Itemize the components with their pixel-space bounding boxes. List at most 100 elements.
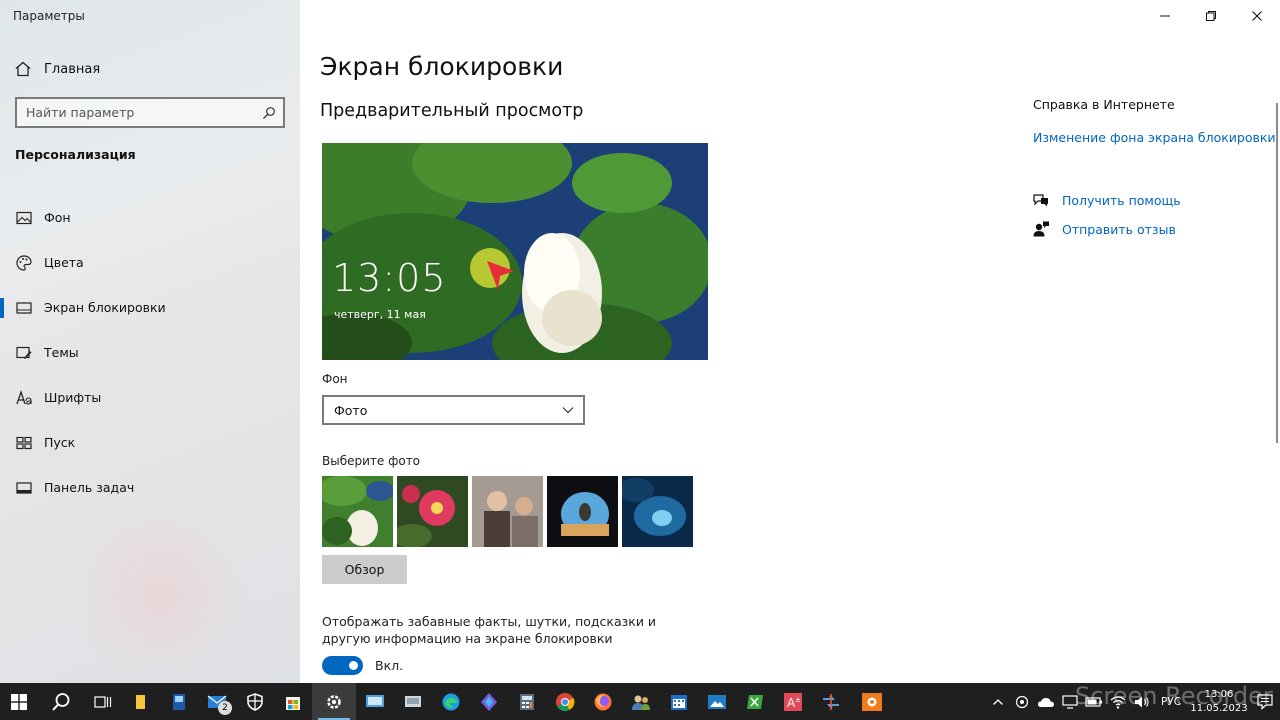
taskbar-security[interactable] [236,683,274,720]
photo-thumbnail[interactable] [472,476,543,547]
taskbar-app-copilot[interactable] [470,683,508,720]
gear-icon [327,694,341,709]
tray-onedrive[interactable] [1034,683,1058,720]
photo-thumbnails [322,476,693,547]
image-icon [16,211,32,224]
fun-facts-label: Отображать забавные факты, шутки, подска… [322,614,657,646]
sidebar-item-fonts[interactable]: Шрифты [0,375,300,420]
sidebar-item-label: Фон [44,210,71,225]
spreadsheet-app-icon [747,694,763,709]
minimize-button[interactable] [1142,0,1188,32]
taskbar-edge[interactable] [432,683,470,720]
taskbar-app-scanner[interactable] [394,683,432,720]
taskbar-settings[interactable] [312,683,356,720]
taskbar: 2 A ± РУС 13:06 11.05.2023 [0,683,1280,720]
taskbar-calculator[interactable] [508,683,546,720]
close-icon [1252,11,1262,21]
photo-thumbnail[interactable] [397,476,468,547]
calendar-icon [671,694,687,710]
get-help-link[interactable]: Получить помощь [1032,191,1181,209]
tray-network[interactable] [1106,683,1130,720]
photo-thumbnail[interactable] [547,476,618,547]
taskbar-store[interactable] [274,683,312,720]
taskbar-app-photos[interactable] [698,683,736,720]
taskbar-app-people[interactable] [622,683,660,720]
sidebar-item-lock-screen[interactable]: Экран блокировки [0,285,300,330]
sidebar-item-themes[interactable]: Темы [0,330,300,375]
photo-thumbnail[interactable] [622,476,693,547]
speaker-icon [1135,696,1149,707]
wifi-icon [1110,695,1126,709]
taskbar-app-remote[interactable] [356,683,394,720]
feedback-person-icon [1033,221,1049,237]
taskbar-firefox[interactable] [584,683,622,720]
start-icon [16,436,32,449]
browse-button[interactable]: Обзор [322,555,407,584]
taskbar-app-video[interactable] [160,683,198,720]
taskbar-chrome[interactable] [546,683,584,720]
taskbar-calendar[interactable] [660,683,698,720]
tray-app-icon[interactable] [1010,683,1034,720]
taskbar-app-translate[interactable]: A ± [774,683,812,720]
tray-display[interactable] [1058,683,1082,720]
window-controls [1142,0,1280,32]
preview-title: Предварительный просмотр [320,101,584,121]
close-button[interactable] [1234,0,1280,32]
notification-center-button[interactable] [1250,683,1280,720]
search-input[interactable] [17,99,262,126]
tray-overflow-button[interactable] [986,683,1010,720]
section-title: Персонализация [15,147,136,162]
fun-facts-toggle[interactable] [322,656,363,675]
taskbar-file-explorer[interactable] [122,683,160,720]
choose-photo-label: Выберите фото [322,454,421,468]
scrollbar[interactable] [1276,103,1278,443]
photo-thumbnail[interactable] [322,476,393,547]
file-explorer-icon [136,694,145,709]
system-tray: РУС 13:06 11.05.2023 [986,683,1280,720]
taskbar-mail[interactable]: 2 [198,683,236,720]
sidebar-item-taskbar[interactable]: Панель задач [0,465,300,510]
search-icon [52,692,70,711]
preview-date: четверг, 11 мая [334,308,426,321]
split-app-icon [823,693,839,710]
sidebar-item-background[interactable]: Фон [0,195,300,240]
search-box[interactable] [15,97,285,128]
taskbar-app-split[interactable] [812,683,850,720]
home-nav-item[interactable]: Главная [14,58,100,80]
taskbar-search-button[interactable] [38,683,84,720]
video-app-icon [173,693,185,710]
battery-icon [1085,696,1102,707]
restore-button[interactable] [1188,0,1234,32]
tray-app-circle-icon [1015,695,1029,708]
fonts-icon [16,389,32,405]
tray-battery[interactable] [1082,683,1106,720]
sidebar-item-label: Шрифты [44,390,102,405]
firefox-icon [594,693,612,710]
lock-screen-preview: 13:05 четверг, 11 мая [322,143,708,360]
change-lock-screen-bg-link[interactable]: Изменение фона экрана блокировки [1033,130,1276,145]
cloud-icon [1038,697,1054,707]
send-feedback-link[interactable]: Отправить отзыв [1032,220,1176,238]
scanner-icon [405,695,421,707]
sidebar-item-label: Панель задач [44,480,135,495]
chrome-icon [556,692,575,711]
taskbar-screen-recorder[interactable] [850,683,894,720]
tray-volume[interactable] [1130,683,1154,720]
search-icon[interactable] [262,106,276,120]
start-button[interactable] [0,683,38,720]
tray-language[interactable]: РУС [1154,683,1188,720]
help-chat-icon [1033,194,1048,207]
sidebar-item-colors[interactable]: Цвета [0,240,300,285]
people-app-icon [632,695,650,710]
preview-flowers-image [322,143,708,360]
flowers-thumbnail-image [322,476,393,547]
task-view-icon [94,695,112,708]
tray-clock[interactable]: 13:06 11.05.2023 [1188,688,1250,716]
sidebar-item-start[interactable]: Пуск [0,420,300,465]
taskbar-app-green[interactable] [736,683,774,720]
chevron-down-icon [562,407,574,414]
task-view-button[interactable] [84,683,122,720]
background-dropdown[interactable]: Фото [322,395,585,425]
sidebar-nav: Фон Цвета Экран блокировки Темы Шрифты П… [0,195,300,510]
remote-desktop-icon [366,694,384,707]
